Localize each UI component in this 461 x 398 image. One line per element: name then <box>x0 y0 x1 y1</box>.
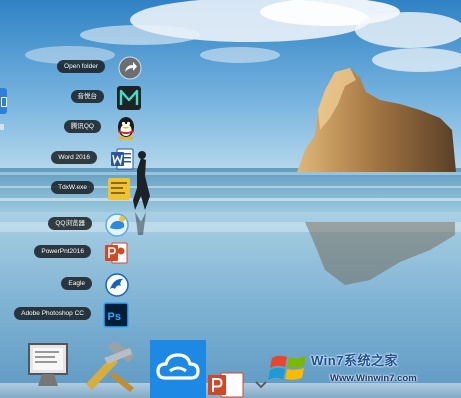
stack-item-label: PowerPnt2016 <box>34 245 91 258</box>
qq-penguin-icon <box>118 117 134 140</box>
stack-item-label: Word 2016 <box>51 151 97 164</box>
cloud-icon <box>156 353 200 380</box>
desktop: Open folder 音悦台 腾讯QQ Word 2016 TdxW.exe … <box>0 0 461 398</box>
word-icon <box>111 148 134 170</box>
stack-item-open-folder[interactable]: Open folder <box>0 55 143 81</box>
windows-logo-icon <box>268 355 306 380</box>
stack-item-eagle[interactable]: Eagle <box>0 272 130 298</box>
yinyuetai-icon <box>117 86 141 110</box>
stack-item-label: 音悦台 <box>70 90 104 103</box>
stack-item-label: Adobe Photoshop CC <box>14 307 91 320</box>
stack-item-label: 腾讯QQ <box>63 120 101 133</box>
stack-item-qq-browser[interactable]: QQ浏览器 <box>0 212 130 238</box>
stack-item-powerpoint[interactable]: PowerPnt2016 <box>0 240 129 266</box>
chevron-down-icon[interactable] <box>254 380 268 390</box>
qq-browser-icon <box>105 213 129 237</box>
arrow-circle-icon <box>118 56 142 80</box>
stack-item-qq[interactable]: 腾讯QQ <box>0 115 139 141</box>
stack-item-word[interactable]: Word 2016 <box>0 146 135 172</box>
svg-text:Ps: Ps <box>108 311 121 323</box>
powerpoint-icon <box>105 242 128 264</box>
cloud-app-icon[interactable] <box>150 340 206 398</box>
tdxw-icon <box>108 178 130 200</box>
powerpoint-dock-icon[interactable] <box>206 370 246 398</box>
preview-monitor-icon[interactable] <box>26 342 72 390</box>
eagle-icon <box>105 273 129 297</box>
watermark-brand: Win7系统之家 <box>311 353 398 368</box>
photoshop-icon: Ps <box>103 302 129 328</box>
stack-item-label: QQ浏览器 <box>48 217 92 230</box>
watermark-url: Www.Winwin7.com <box>330 373 417 384</box>
stack-item-tdxw[interactable]: TdxW.exe <box>0 176 132 202</box>
tools-hammer-icon[interactable] <box>80 342 140 392</box>
stack-item-label: Open folder <box>57 60 105 73</box>
stack-item-photoshop[interactable]: Adobe Photoshop CC Ps <box>0 302 129 328</box>
stack-item-yinyuetai[interactable]: 音悦台 <box>0 85 142 111</box>
watermark: Win7系统之家 Www.Winwin7.com <box>268 350 461 398</box>
stack-item-label: Eagle <box>61 277 92 290</box>
stack-item-label: TdxW.exe <box>51 181 94 194</box>
